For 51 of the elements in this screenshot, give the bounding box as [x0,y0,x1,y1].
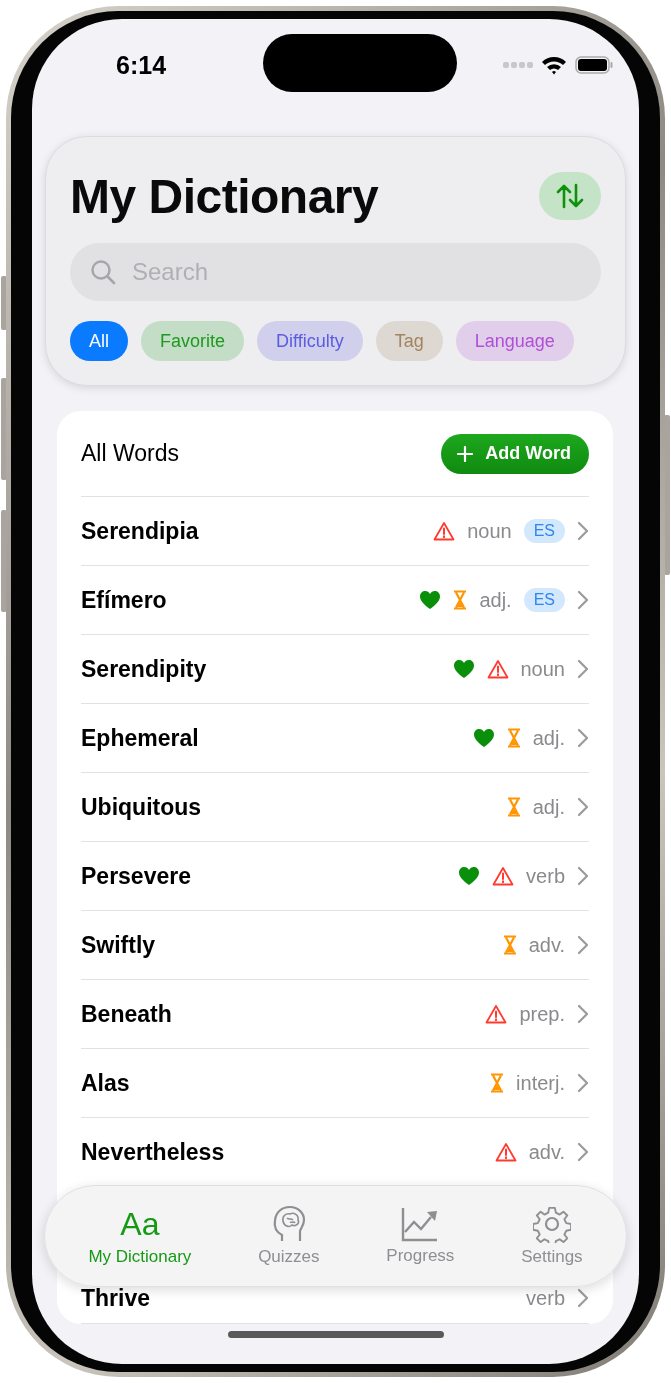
chevron-icon [577,1073,589,1093]
chart-icon [401,1206,440,1242]
word-title[interactable]: Thrive [81,1284,151,1312]
chevron-icon [577,659,589,679]
part-of-speech: adj. [532,795,565,819]
word-title[interactable]: Nevertheless [81,1138,225,1166]
chevron-icon [577,1004,589,1024]
battery-icon [575,56,613,74]
chevron-icon [577,521,589,541]
add-word-button[interactable]: Add Word [441,433,589,474]
word-title[interactable]: Alas [81,1069,130,1097]
filter-chip[interactable]: All [70,321,128,361]
chevron-icon [577,728,589,748]
word-title[interactable]: Beneath [81,1000,172,1028]
chevron-icon [577,1288,589,1308]
settings-icon [532,1205,571,1243]
word-title[interactable]: Ephemeral [81,724,199,752]
part-of-speech: noun [520,657,565,681]
signal-icon [503,61,533,69]
part-of-speech: verb [526,864,565,888]
part-of-speech: adv. [528,933,565,957]
plus-icon [457,445,474,462]
wifi-icon [541,55,567,75]
language-tag: ES [523,588,565,612]
brain-head-icon [271,1205,306,1243]
chevron-icon [577,590,589,610]
sort-button[interactable] [539,172,601,220]
word-title[interactable]: Serendipia [81,517,199,545]
chevron-icon [577,1142,589,1162]
part-of-speech: prep. [519,1002,565,1026]
text-size-icon: Aa [120,1205,160,1243]
word-title[interactable]: Swiftly [81,931,156,959]
part-of-speech: verb [526,1286,565,1310]
part-of-speech: adj. [532,726,565,750]
part-of-speech: interj. [516,1071,565,1095]
part-of-speech: adj. [479,588,512,612]
status-time: 6:14 [115,50,168,80]
word-title[interactable]: Serendipity [81,655,207,683]
word-title[interactable]: Persevere [81,862,191,890]
part-of-speech: noun [467,519,512,543]
list-title: All Words [81,440,179,467]
part-of-speech: adv. [528,1140,565,1164]
sort-arrows-icon [555,183,585,209]
language-tag: ES [523,519,565,543]
word-title[interactable]: Ubiquitous [81,793,202,821]
page-title: My Dictionary [70,168,379,224]
word-title[interactable]: Efímero [81,586,167,614]
search-icon [90,259,116,285]
chevron-icon [577,866,589,886]
chevron-icon [577,935,589,955]
chevron-icon [577,797,589,817]
